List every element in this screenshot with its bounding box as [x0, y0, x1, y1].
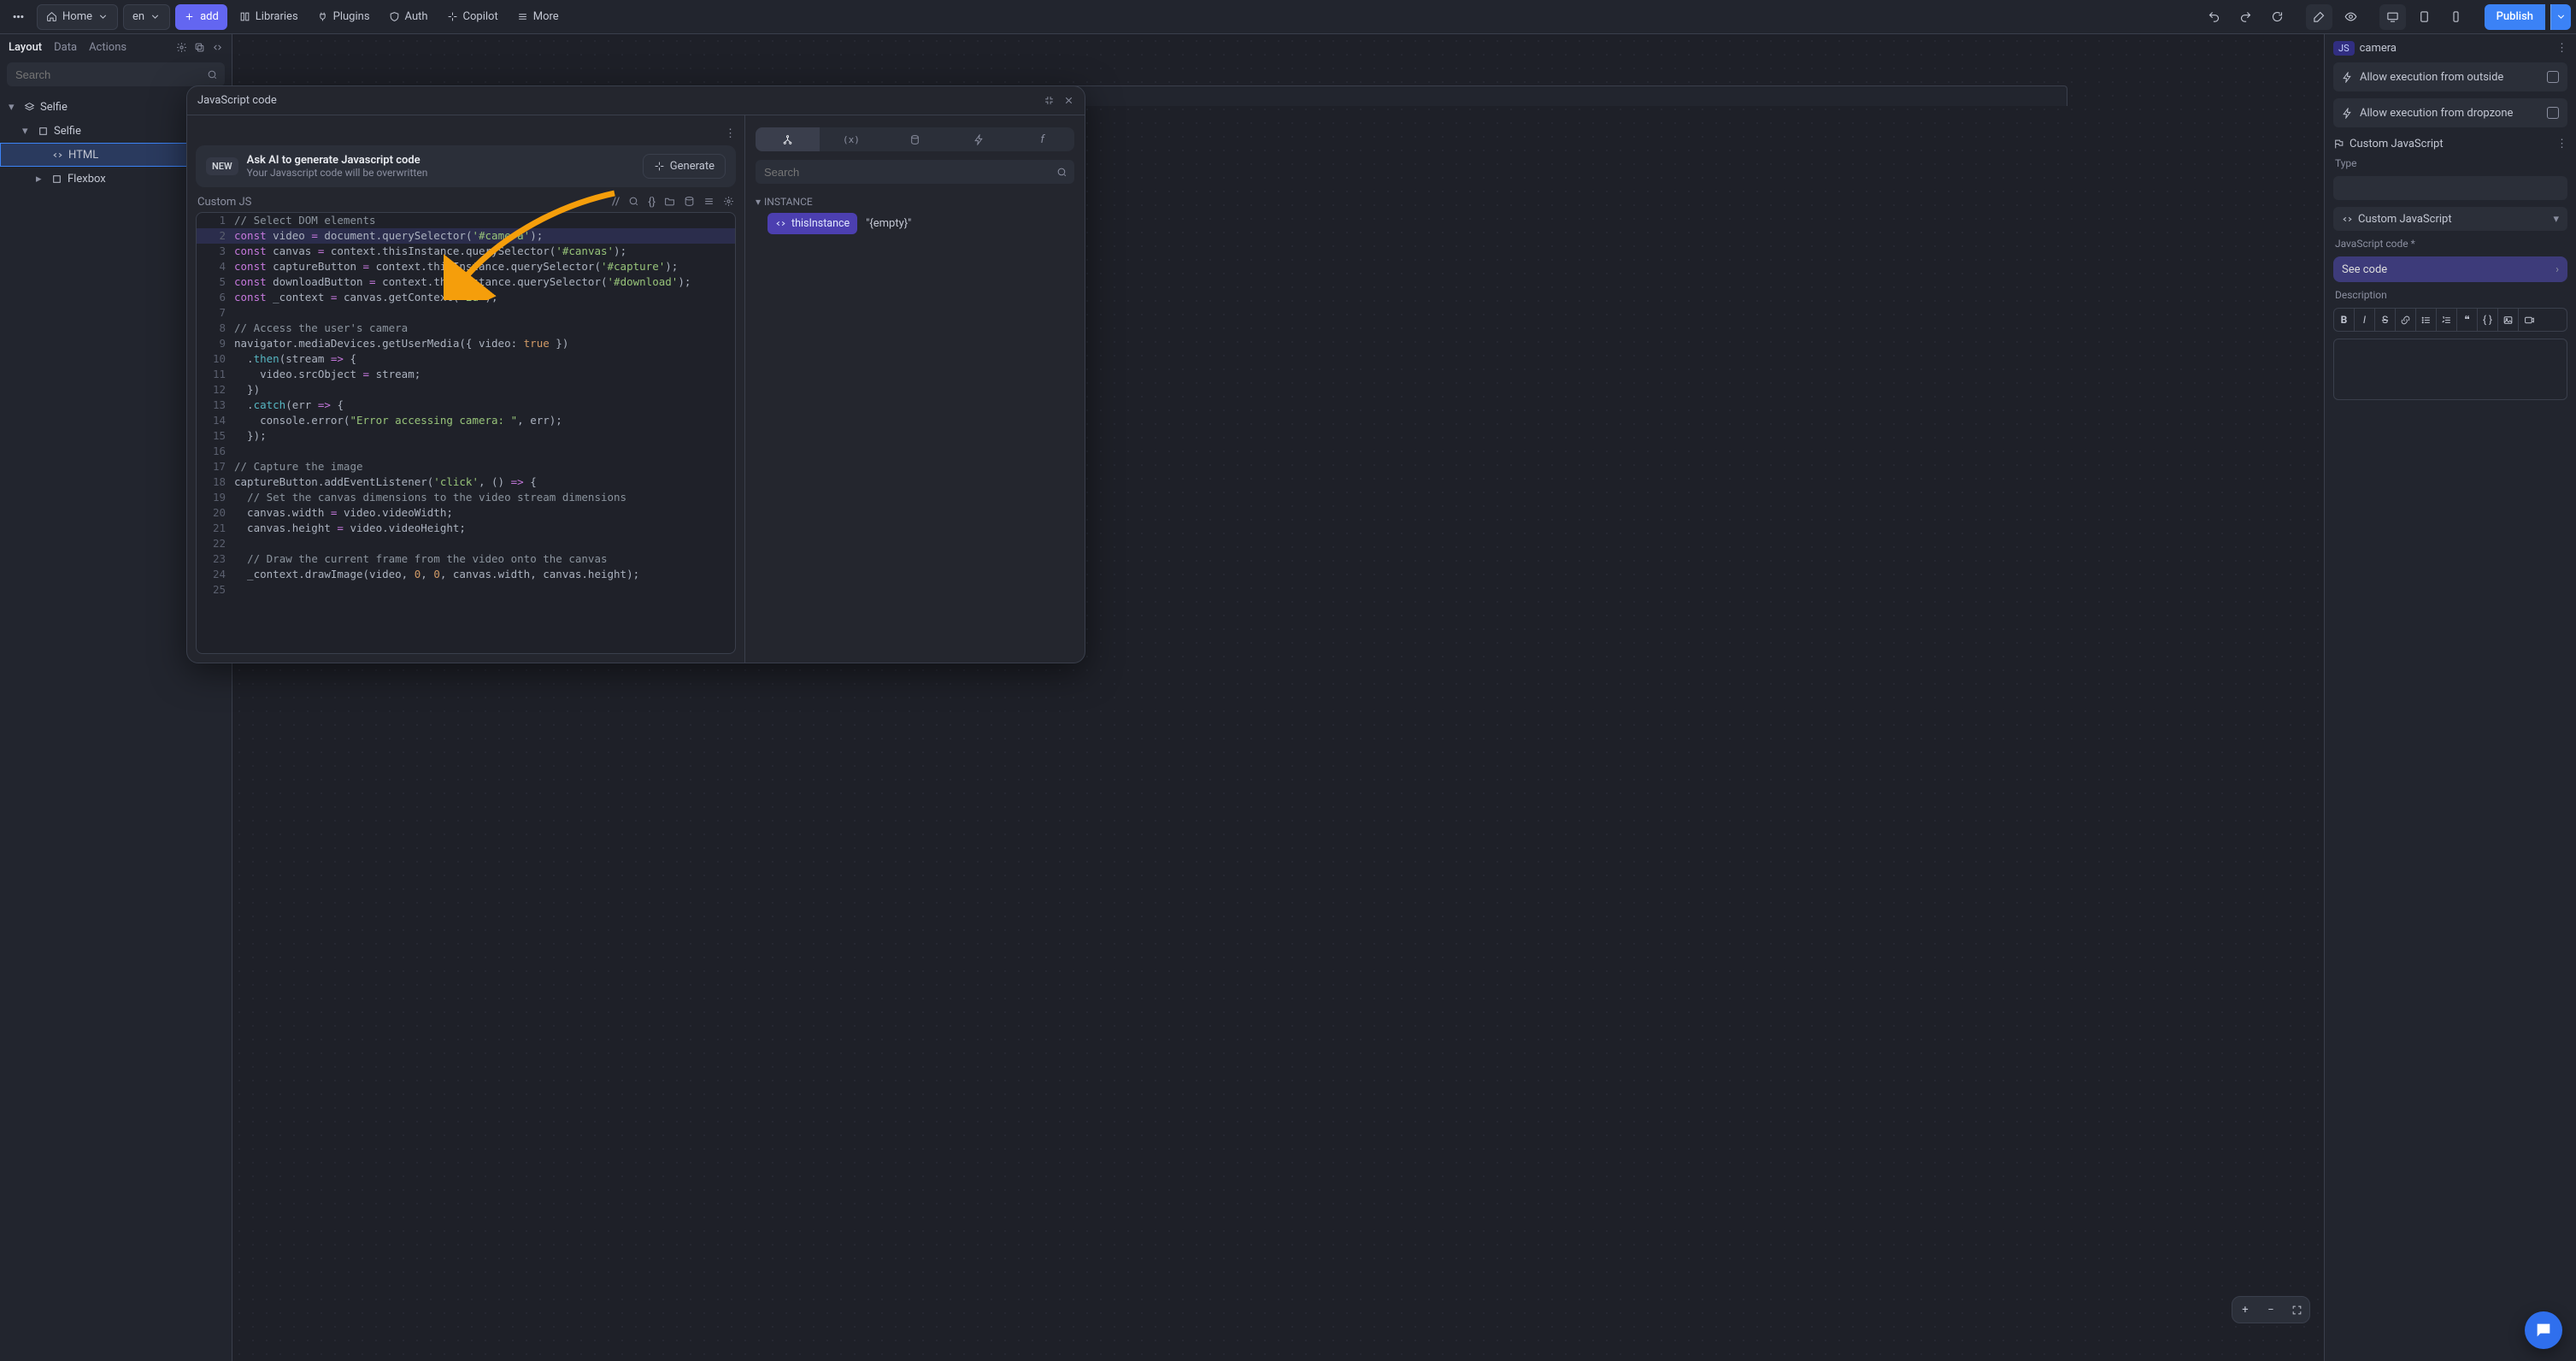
sparkle-icon [447, 11, 458, 22]
topbar: Home en add Libraries Plugins Auth Copil… [0, 0, 2576, 34]
preview-mode-button[interactable] [2338, 4, 2364, 30]
menu-plugins[interactable]: Plugins [310, 4, 377, 30]
plug-icon [317, 11, 328, 22]
chevron-down-icon [97, 11, 109, 22]
custom-js-label: Custom JS [197, 196, 251, 209]
refresh-button[interactable] [2264, 4, 2291, 30]
tool-list[interactable] [703, 196, 715, 209]
ai-line1: Ask AI to generate Javascript code [247, 154, 428, 167]
new-badge: NEW [206, 157, 238, 175]
tool-db[interactable] [684, 196, 695, 209]
edit-mode-button[interactable] [2306, 4, 2332, 30]
zoom-expand[interactable] [2284, 1297, 2309, 1323]
generate-button[interactable]: Generate [643, 154, 726, 179]
zoom-out[interactable]: − [2258, 1297, 2284, 1323]
device-desktop-button[interactable] [2379, 4, 2406, 30]
menu-more[interactable]: More [510, 4, 566, 30]
gear-icon [723, 196, 734, 207]
help-fab[interactable] [2525, 1311, 2562, 1349]
refresh-icon [2271, 10, 2284, 23]
modal-close[interactable] [1063, 95, 1074, 106]
shield-icon [389, 11, 400, 22]
tool-folder[interactable] [664, 196, 675, 209]
ai-line2: Your Javascript code will be overwritten [247, 167, 428, 179]
zoom-in[interactable]: + [2232, 1297, 2258, 1323]
tablet-icon [2418, 10, 2431, 23]
pencil-icon [2313, 10, 2326, 23]
close-icon [1063, 95, 1074, 106]
sparkle-icon [654, 161, 665, 172]
hamburger-icon [517, 11, 528, 22]
editor-tools: // {} [612, 196, 734, 209]
mobile-icon [2450, 10, 2462, 23]
modal-right-tabs: (x) f [756, 127, 1074, 151]
code-editor[interactable]: 1// Select DOM elements2const video = do… [196, 212, 736, 654]
redo-icon [2239, 10, 2252, 23]
publish-button[interactable]: Publish [2485, 4, 2545, 30]
modal-right-search[interactable] [756, 160, 1074, 184]
undo-icon [2208, 10, 2220, 23]
undo-button[interactable] [2201, 4, 2227, 30]
publish-dropdown[interactable] [2550, 4, 2571, 30]
rtab-fn[interactable]: f [1010, 127, 1074, 151]
chevron-down-icon [150, 11, 161, 22]
bolt-icon [973, 134, 985, 145]
device-tablet-button[interactable] [2411, 4, 2438, 30]
eye-icon [2344, 10, 2357, 23]
rtab-db[interactable] [883, 127, 947, 151]
editor-more[interactable]: ⋮ [725, 127, 736, 140]
instance-value: "{empty}" [866, 217, 911, 230]
search-icon [628, 196, 639, 207]
ai-suggest-card: NEW Ask AI to generate Javascript code Y… [196, 145, 736, 187]
lang-label: en [132, 10, 144, 23]
expand-icon [2291, 1305, 2303, 1316]
menu-copilot[interactable]: Copilot [440, 4, 505, 30]
lang-select[interactable]: en [123, 4, 170, 30]
js-code-modal: JavaScript code ⋮ NEW Ask AI to generate… [186, 85, 1085, 663]
page-select-label: Home [62, 10, 92, 23]
chevron-down-icon [2555, 11, 2567, 22]
tool-bracket[interactable]: {} [648, 196, 656, 209]
book-icon [239, 11, 250, 22]
modal-minimize[interactable] [1044, 95, 1055, 106]
tree-icon [782, 134, 793, 145]
modal-right-search-input[interactable] [762, 165, 1051, 180]
redo-button[interactable] [2232, 4, 2259, 30]
tool-settings[interactable] [723, 196, 734, 209]
search-icon [1056, 167, 1067, 178]
tool-comment[interactable]: // [612, 196, 620, 209]
rtab-var[interactable]: (x) [820, 127, 884, 151]
menu-auth[interactable]: Auth [382, 4, 435, 30]
tool-search[interactable] [628, 196, 639, 209]
chat-icon [2534, 1321, 2553, 1340]
home-icon [46, 11, 57, 22]
database-icon [909, 134, 920, 145]
rtab-bolt[interactable] [947, 127, 1011, 151]
list-icon [703, 196, 715, 207]
device-mobile-button[interactable] [2443, 4, 2469, 30]
rtab-tree[interactable] [756, 127, 820, 151]
menu-button[interactable] [5, 4, 32, 30]
database-icon [684, 196, 695, 207]
instance-chip[interactable]: thisInstance [768, 213, 857, 234]
page-select[interactable]: Home [37, 4, 118, 30]
add-button[interactable]: add [175, 4, 227, 30]
minimize-icon [1044, 95, 1055, 106]
desktop-icon [2386, 10, 2399, 23]
add-label: add [200, 10, 219, 23]
code-icon [775, 218, 786, 229]
modal-title: JavaScript code [197, 94, 277, 107]
plus-icon [184, 11, 195, 22]
folder-icon [664, 196, 675, 207]
zoom-controls: + − [2232, 1296, 2310, 1323]
menu-libraries[interactable]: Libraries [232, 4, 305, 30]
instance-section-label: INSTANCE [764, 196, 813, 208]
